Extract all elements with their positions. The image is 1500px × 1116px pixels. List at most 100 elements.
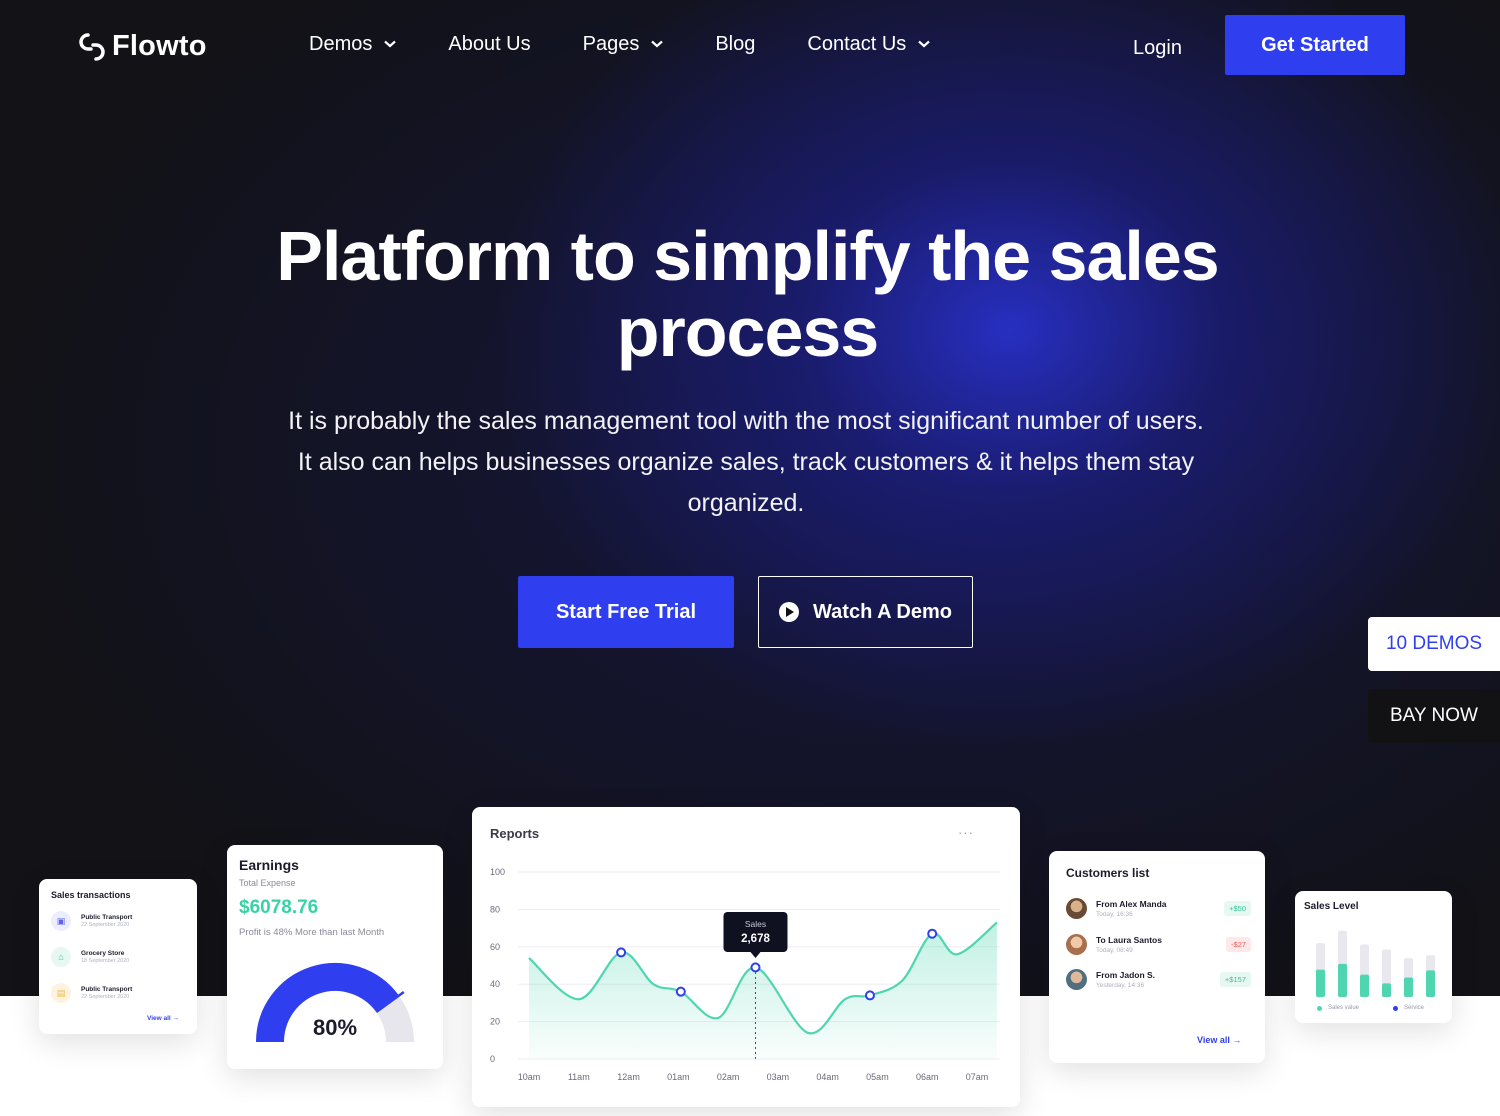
earnings-card: Earnings Total Expense $6078.76 Profit i…	[227, 845, 443, 1069]
customer-time: Today, 08:49	[1096, 947, 1133, 954]
hero-subtitle-line: It also can helps businesses organize sa…	[297, 448, 1195, 476]
earnings-subtitle: Total Expense	[239, 878, 296, 888]
view-all-link[interactable]: View all →	[147, 1015, 179, 1022]
arrow-right-icon: →	[1232, 1035, 1242, 1045]
hero-title-line: Platform to simplify the sales	[276, 217, 1219, 295]
sales-transactions-card: Sales transactions ▣ Public Transport 22…	[39, 879, 197, 1034]
arrow-right-icon: →	[172, 1015, 180, 1022]
legend-item: Sales value	[1317, 1005, 1359, 1011]
list-item[interactable]: ▤ Public Transport 22 September 2020	[51, 983, 132, 1003]
y-tick-label: 40	[490, 979, 500, 989]
play-icon	[779, 602, 800, 622]
avatar	[1066, 898, 1087, 919]
demos-side-tab[interactable]: 10 DEMOS	[1368, 617, 1500, 671]
view-all-label: View all	[147, 1015, 171, 1022]
nav-label: Contact Us	[807, 32, 907, 55]
chevron-down-icon	[918, 40, 931, 48]
nav-item-about-us[interactable]: About Us	[448, 31, 530, 57]
y-tick-label: 60	[490, 942, 500, 952]
amount-badge: -$27	[1225, 937, 1251, 952]
tooltip-box	[723, 912, 788, 952]
x-tick-label: 02am	[717, 1072, 740, 1082]
y-tick-label: 80	[490, 904, 500, 914]
x-tick-label: 11am	[568, 1072, 590, 1082]
customer-name: From Jadon S.	[1096, 970, 1156, 980]
reports-chart: 0 20 40 60 80 100 10am 11am 12am 01am 02am 03am 04am…	[490, 867, 1000, 1082]
bar-value	[1426, 970, 1435, 997]
y-tick-label: 20	[490, 1017, 500, 1027]
amount-badge: +$50	[1224, 901, 1251, 916]
customers-list-card: Customers list From Alex Manda Today, 16…	[1049, 851, 1265, 1063]
tooltip-pointer	[750, 952, 761, 958]
nav-label: Pages	[582, 32, 640, 55]
hero-title-line: process	[616, 293, 879, 371]
bar-value	[1338, 963, 1347, 997]
legend-label: Sales value	[1328, 1005, 1360, 1011]
earnings-note: Profit is 48% More than last Month	[239, 927, 385, 938]
card-title: Customers list	[1066, 866, 1150, 880]
sales-level-card: Sales Level Sales value Service	[1295, 891, 1452, 1023]
x-tick-label: 03am	[767, 1072, 790, 1082]
nav-item-contact-us[interactable]: Contact Us	[807, 31, 931, 57]
gauge-percent: 80%	[312, 1015, 358, 1040]
customer-name: To Laura Santos	[1096, 935, 1162, 945]
list-item[interactable]: ▣ Public Transport 22 September 2020	[51, 911, 132, 931]
view-all-link[interactable]: View all →	[1197, 1035, 1241, 1045]
y-tick-label: 0	[490, 1054, 495, 1064]
card-title: Earnings	[239, 857, 299, 873]
nav-item-blog[interactable]: Blog	[715, 31, 755, 57]
avatar	[1066, 969, 1087, 990]
customer-time: Today, 16:36	[1096, 911, 1133, 918]
x-tick-label: 06am	[916, 1072, 939, 1082]
nav-item-pages[interactable]: Pages	[583, 31, 664, 57]
watch-demo-label: Watch A Demo	[813, 600, 952, 623]
watch-demo-button[interactable]: Watch A Demo	[758, 576, 973, 648]
nav-label: About Us	[448, 32, 531, 55]
brand-logo[interactable]: Flowto	[78, 30, 207, 63]
bar-value	[1404, 977, 1413, 997]
start-free-trial-button[interactable]: Start Free Trial	[518, 576, 734, 648]
view-all-label: View all	[1197, 1035, 1230, 1045]
data-point	[616, 947, 627, 958]
login-link[interactable]: Login	[1133, 37, 1182, 60]
data-point	[864, 990, 875, 1001]
data-point	[927, 928, 938, 939]
nav-item-demos[interactable]: Demos	[309, 31, 397, 57]
list-item[interactable]: From Jadon S. Yesterday, 14:36 +$157	[1066, 969, 1251, 990]
list-item[interactable]: ⌂ Grocery Store 18 September 2020	[51, 947, 129, 967]
bus-icon: ▣	[51, 911, 71, 931]
logo-icon	[79, 32, 105, 61]
list-item[interactable]: From Alex Manda Today, 16:36 +$50	[1066, 898, 1251, 919]
reports-card: Reports ··· 0 20 40 60 80 100 10am 11am 12am 01am…	[472, 807, 1020, 1107]
customer-time: Yesterday, 14:36	[1096, 982, 1145, 989]
card-title: Sales transactions	[51, 890, 131, 900]
bag-icon: ▤	[51, 983, 71, 1003]
hero-subtitle-line: It is probably the sales management tool…	[288, 407, 1204, 435]
list-item[interactable]: To Laura Santos Today, 08:49 -$27	[1066, 934, 1251, 955]
data-point	[750, 962, 761, 973]
x-tick-label: 04am	[816, 1072, 839, 1082]
hero-title: Platform to simplify the sales process	[150, 218, 1345, 370]
main-nav: Demos About Us Pages Blog Contact Us	[309, 31, 982, 57]
chevron-down-icon	[651, 40, 664, 48]
data-point	[675, 986, 686, 997]
buy-now-side-tab[interactable]: BAY NOW	[1368, 689, 1500, 743]
transaction-name: Public Transport	[81, 914, 133, 921]
basket-icon: ⌂	[51, 947, 71, 967]
amount-badge: +$157	[1219, 972, 1251, 987]
legend-item: Service	[1393, 1005, 1424, 1011]
transaction-date: 22 September 2020	[81, 994, 130, 1000]
sales-level-chart	[1316, 930, 1435, 997]
brand-name: Flowto	[112, 30, 207, 62]
get-started-button[interactable]: Get Started	[1225, 15, 1405, 75]
tooltip-value: 2,678	[741, 933, 770, 945]
nav-label: Blog	[715, 32, 756, 55]
earnings-value: $6078.76	[239, 897, 319, 918]
transaction-name: Public Transport	[81, 986, 133, 993]
avatar	[1066, 934, 1087, 955]
customer-name: From Alex Manda	[1096, 899, 1167, 909]
bar-value	[1360, 974, 1369, 997]
transaction-name: Grocery Store	[81, 950, 125, 957]
tooltip-label: Sales	[745, 919, 766, 929]
nav-label: Demos	[309, 32, 373, 55]
